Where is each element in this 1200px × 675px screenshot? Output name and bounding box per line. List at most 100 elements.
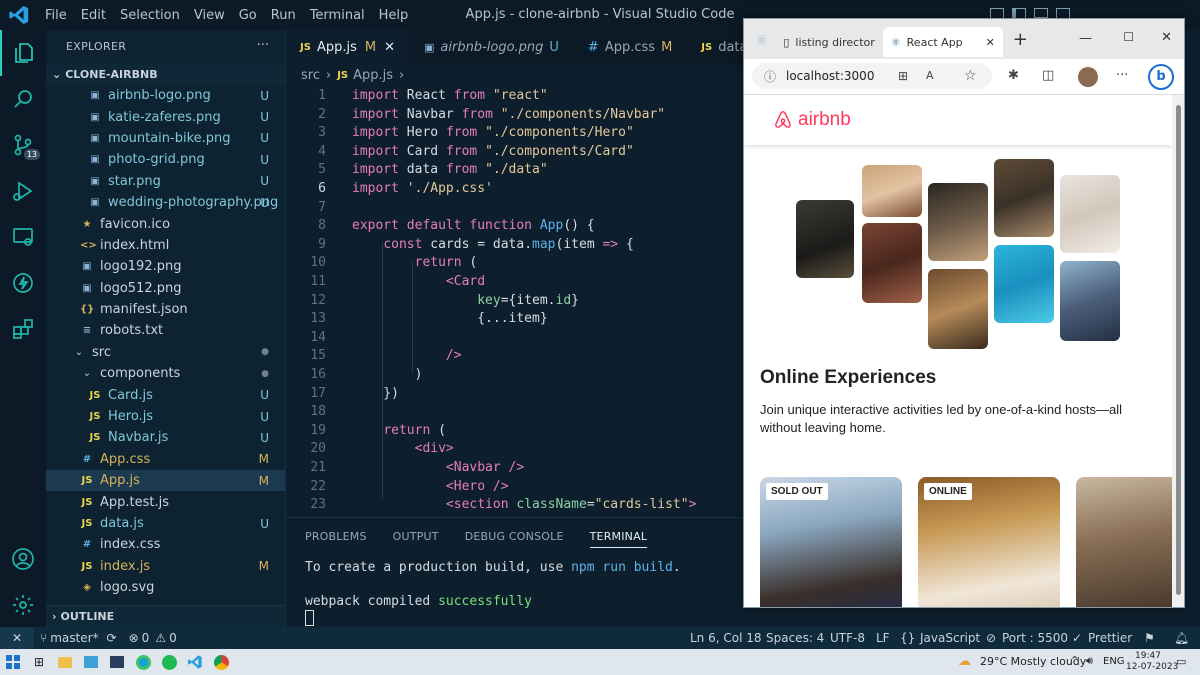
code-editor[interactable]: 1 import React from "react" 2 import Navbar… bbox=[286, 85, 744, 517]
chrome-icon[interactable] bbox=[208, 649, 234, 675]
browser-tab-react-app[interactable]: ⚛ React App ✕ bbox=[882, 27, 1003, 57]
file-explorer-icon[interactable] bbox=[52, 649, 78, 675]
remote-explorer-icon[interactable] bbox=[0, 214, 46, 260]
menu-view[interactable]: View bbox=[187, 8, 232, 23]
tab-debug-console[interactable]: DEBUG CONSOLE bbox=[465, 530, 564, 543]
browser-tab-listing[interactable]: ▯ listing director bbox=[775, 27, 882, 57]
card-mountain-bike[interactable] bbox=[1076, 477, 1172, 607]
indentation[interactable]: Spaces: 4 bbox=[766, 627, 824, 649]
address-bar[interactable]: ⓘ localhost:3000 bbox=[752, 63, 992, 89]
tree-item[interactable]: JS App.test.js bbox=[46, 491, 285, 512]
menu-file[interactable]: File bbox=[38, 8, 74, 23]
tree-item[interactable]: JS Navbar.js U bbox=[46, 427, 285, 448]
tree-item[interactable]: JS App.js M bbox=[46, 470, 285, 492]
tree-item[interactable]: ▣ logo192.png bbox=[46, 256, 285, 277]
page-scrollbar[interactable] bbox=[1173, 95, 1184, 607]
breadcrumb-folder[interactable]: src bbox=[301, 68, 320, 83]
lightning-icon[interactable] bbox=[0, 260, 46, 306]
tree-item[interactable]: ▣ photo-grid.png U bbox=[46, 149, 285, 170]
menu-go[interactable]: Go bbox=[232, 8, 264, 23]
info-icon[interactable]: ⓘ bbox=[764, 68, 776, 85]
encoding[interactable]: UTF-8 bbox=[830, 627, 865, 649]
windows-start-icon[interactable] bbox=[0, 649, 26, 675]
task-view-icon[interactable]: ⊞ bbox=[26, 649, 52, 675]
clock-date[interactable]: 12-07-2023 bbox=[1126, 662, 1178, 672]
menu-edit[interactable]: Edit bbox=[74, 8, 113, 23]
tree-item[interactable]: ≡ robots.txt bbox=[46, 320, 285, 341]
tree-item[interactable]: ⌄ components ● bbox=[46, 363, 285, 384]
tree-item[interactable]: ▣ star.png U bbox=[46, 171, 285, 192]
media-app-icon[interactable] bbox=[104, 649, 130, 675]
prettier-status[interactable]: Prettier bbox=[1088, 627, 1132, 649]
tree-item[interactable]: JS data.js U bbox=[46, 513, 285, 534]
error-count[interactable]: 0 bbox=[142, 631, 150, 645]
speaker-icon[interactable]: 🔊︎ bbox=[1086, 654, 1093, 668]
image-app-icon[interactable] bbox=[78, 649, 104, 675]
tree-item[interactable]: JS Card.js U bbox=[46, 384, 285, 405]
tab-airbnb-logo[interactable]: ▣ airbnb-logo.png U bbox=[410, 30, 574, 65]
explorer-icon[interactable] bbox=[0, 30, 46, 76]
tab-terminal[interactable]: TERMINAL bbox=[589, 530, 648, 548]
tree-item[interactable]: ▣ logo512.png bbox=[46, 278, 285, 299]
close-window-icon[interactable]: ✕ bbox=[1161, 30, 1172, 45]
workspace-root[interactable]: ⌄ CLONE-AIRBNB bbox=[46, 63, 285, 85]
clock-time[interactable]: 19:47 bbox=[1130, 651, 1166, 661]
card-katie-zaferes[interactable]: SOLD OUT bbox=[760, 477, 902, 607]
split-screen-icon[interactable]: ◫ bbox=[1042, 68, 1054, 83]
sync-icon[interactable]: ⟳ bbox=[107, 631, 117, 645]
read-aloud-icon[interactable]: A bbox=[926, 69, 934, 82]
account-icon[interactable] bbox=[0, 536, 46, 582]
spotify-icon[interactable] bbox=[156, 649, 182, 675]
menu-terminal[interactable]: Terminal bbox=[303, 8, 372, 23]
tree-item[interactable]: ◈ logo.svg bbox=[46, 577, 285, 598]
tree-item[interactable]: <> index.html bbox=[46, 235, 285, 256]
tree-item[interactable]: ▣ airbnb-logo.png U bbox=[46, 85, 285, 106]
language-mode[interactable]: JavaScript bbox=[920, 627, 980, 649]
more-menu-icon[interactable]: ··· bbox=[1116, 68, 1128, 83]
outline-section[interactable]: › OUTLINE bbox=[46, 605, 285, 627]
minimize-icon[interactable]: — bbox=[1079, 31, 1092, 46]
tray-chevron-icon[interactable]: ⌃ bbox=[1070, 654, 1079, 667]
tab-app-js[interactable]: JS App.js M ✕ bbox=[286, 30, 410, 65]
settings-gear-icon[interactable] bbox=[0, 582, 46, 628]
tree-item[interactable]: ▣ katie-zaferes.png U bbox=[46, 106, 285, 127]
tab-actions-icon[interactable]: ▣ bbox=[756, 32, 767, 46]
edge-browser-icon[interactable] bbox=[130, 649, 156, 675]
menu-run[interactable]: Run bbox=[264, 8, 303, 23]
tab-app-css[interactable]: # App.css M bbox=[574, 30, 688, 65]
close-tab-icon[interactable]: ✕ bbox=[986, 36, 995, 49]
menu-selection[interactable]: Selection bbox=[113, 8, 187, 23]
card-wedding-photography[interactable]: ONLINE bbox=[918, 477, 1060, 607]
tree-item[interactable]: JS index.js M bbox=[46, 556, 285, 577]
breadcrumb-file[interactable]: App.js bbox=[353, 68, 393, 83]
apps-icon[interactable]: ⊞ bbox=[898, 69, 908, 83]
tree-item[interactable]: JS Hero.js U bbox=[46, 406, 285, 427]
tree-item[interactable]: ⌄ src ● bbox=[46, 342, 285, 363]
cursor-position[interactable]: Ln 6, Col 18 bbox=[690, 627, 762, 649]
terminal-cursor[interactable] bbox=[305, 610, 314, 626]
tree-item[interactable]: # index.css bbox=[46, 534, 285, 555]
source-control-icon[interactable]: 13 bbox=[0, 122, 46, 168]
bing-copilot-icon[interactable]: b bbox=[1148, 64, 1174, 90]
new-tab-icon[interactable]: + bbox=[1013, 29, 1028, 50]
maximize-icon[interactable]: ☐ bbox=[1123, 30, 1134, 44]
scrollbar-thumb[interactable] bbox=[1176, 105, 1181, 595]
tree-item[interactable]: # App.css M bbox=[46, 449, 285, 470]
line-ending[interactable]: LF bbox=[876, 627, 890, 649]
remote-indicator-icon[interactable]: ✕ bbox=[0, 627, 34, 649]
more-actions-icon[interactable]: ··· bbox=[257, 38, 269, 53]
tree-item[interactable]: ▣ mountain-bike.png U bbox=[46, 128, 285, 149]
run-debug-icon[interactable] bbox=[0, 168, 46, 214]
close-icon[interactable]: ✕ bbox=[384, 40, 395, 55]
tree-item[interactable]: ★ favicon.ico bbox=[46, 213, 285, 234]
search-icon[interactable] bbox=[0, 76, 46, 122]
menu-help[interactable]: Help bbox=[372, 8, 416, 23]
tab-problems[interactable]: PROBLEMS bbox=[305, 530, 367, 543]
language-indicator[interactable]: ENG bbox=[1103, 656, 1125, 667]
extensions-puzzle-icon[interactable]: ✱ bbox=[1008, 68, 1019, 83]
tree-item[interactable]: ▣ wedding-photography.png U bbox=[46, 192, 285, 213]
warning-count[interactable]: 0 bbox=[169, 631, 177, 645]
bell-icon[interactable]: 🔔︎ bbox=[1174, 627, 1189, 649]
favorite-star-icon[interactable]: ☆ bbox=[964, 68, 977, 84]
git-branch[interactable]: master* bbox=[50, 631, 98, 645]
